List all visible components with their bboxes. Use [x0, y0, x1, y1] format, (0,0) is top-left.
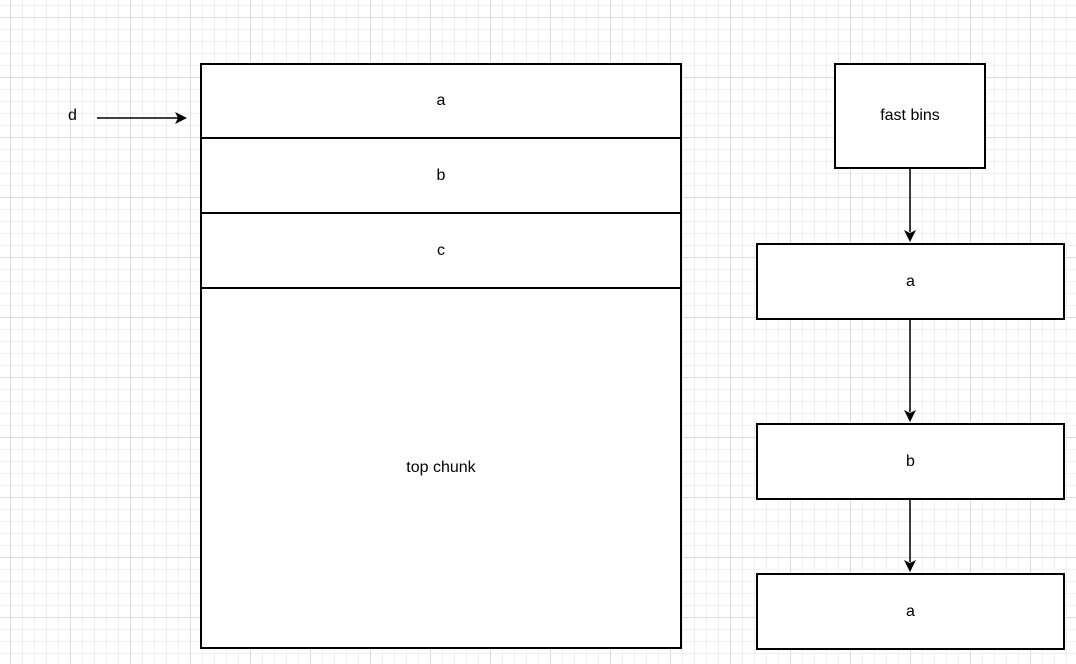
- heap-chunk-b: b: [202, 139, 680, 212]
- fastbin-entry-a-repeat: a: [756, 573, 1065, 650]
- fastbin-link-arrow-1: [904, 169, 916, 242]
- pointer-label-d: d: [68, 107, 77, 124]
- heap-chunk-label: c: [437, 241, 445, 259]
- heap-chunk-a: a: [202, 65, 680, 137]
- heap-chunk-label: b: [436, 166, 446, 184]
- fastbin-link-arrow-3: [904, 500, 916, 572]
- fastbin-entry-label: a: [906, 272, 915, 290]
- heap-chunk-top: top chunk: [202, 289, 680, 647]
- heap-chunk-c: c: [202, 214, 680, 287]
- pointer-arrow: [97, 112, 187, 124]
- heap-chunk-label: a: [436, 92, 446, 109]
- fastbins-header-label: fast bins: [880, 107, 940, 124]
- fastbin-entry-b: b: [756, 423, 1065, 500]
- fastbin-entry-label: b: [906, 452, 915, 470]
- fastbin-entry-label: a: [906, 602, 915, 620]
- fastbin-link-arrow-2: [904, 320, 916, 422]
- fastbins-header: fast bins: [834, 63, 986, 169]
- heap-chunk-label: top chunk: [406, 459, 476, 476]
- fastbin-entry-a: a: [756, 243, 1065, 320]
